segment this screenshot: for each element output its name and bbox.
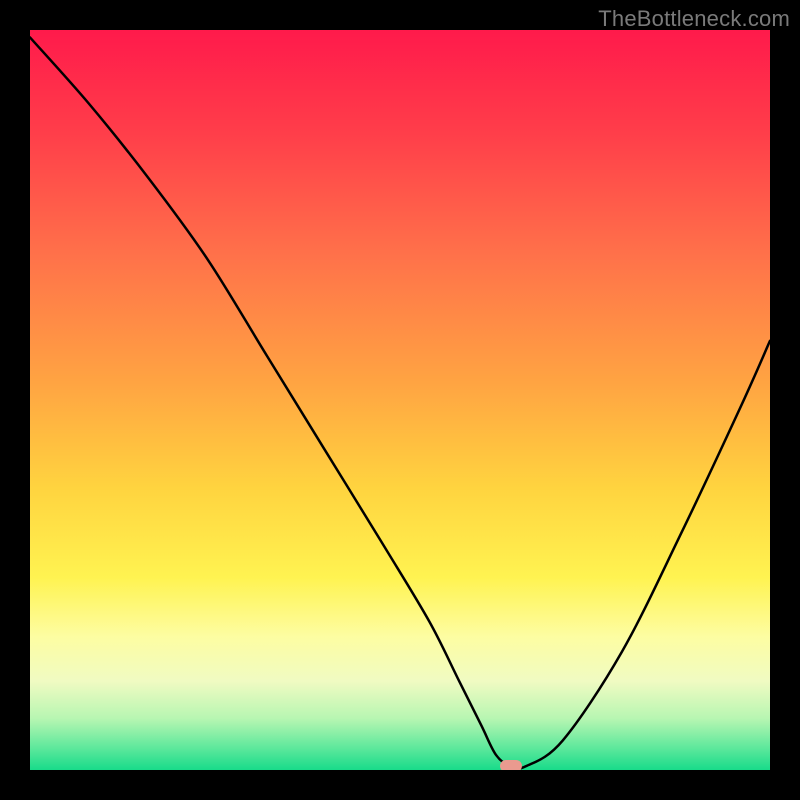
watermark-text: TheBottleneck.com	[598, 6, 790, 32]
bottleneck-curve	[30, 30, 770, 770]
optimal-point-marker	[500, 760, 522, 770]
plot-area	[30, 30, 770, 770]
chart-frame: TheBottleneck.com	[0, 0, 800, 800]
